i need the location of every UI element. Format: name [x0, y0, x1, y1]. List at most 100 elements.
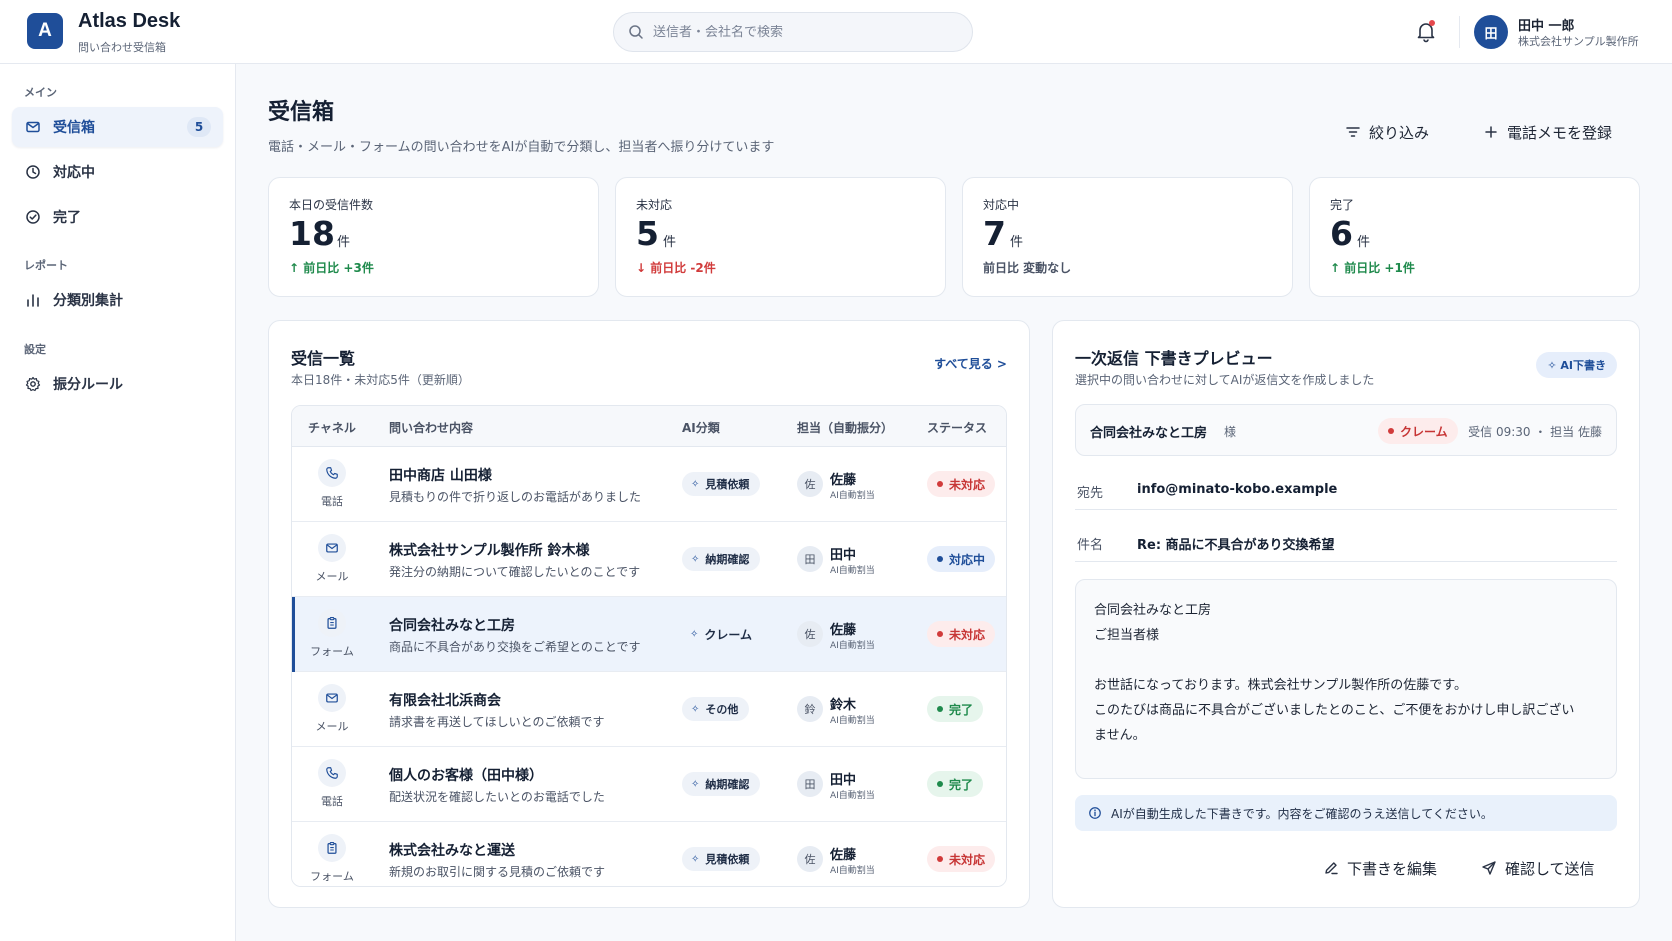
clipboard-icon [327, 617, 337, 629]
sidebar-item-done[interactable]: 完了 [12, 197, 223, 237]
filter-button[interactable]: 絞り込み [1345, 118, 1429, 146]
assignee-auto-label: AI自動割当 [830, 491, 875, 501]
column-header-ai-category[interactable]: AI分類 [682, 419, 720, 436]
column-header-status[interactable]: ステータス [927, 419, 987, 436]
search-input[interactable] [653, 24, 953, 40]
assignee-name: 佐藤 [830, 623, 857, 638]
draft-body-line: ご担当者様 [1094, 628, 1160, 643]
inquiry-summary: 請求書を再送してほしいとのご依頼です [389, 715, 605, 729]
ai-category-tag: ✧ 納期確認 [682, 547, 761, 571]
column-header-assignee[interactable]: 担当（自動振分） [797, 419, 893, 436]
assignee-auto-label: AI自動割当 [830, 566, 875, 576]
user-company: 株式会社サンプル製作所 [1518, 35, 1639, 48]
assignee-avatar: 佐 [797, 846, 823, 872]
send-icon [1482, 861, 1496, 875]
channel-badge [318, 609, 346, 637]
sparkle-icon: ✧ [691, 778, 700, 790]
inbox-list-title: 受信一覧 [291, 349, 356, 368]
ai-draft-badge: ✧ AI下書き [1536, 352, 1617, 378]
table-row[interactable]: 電話 田中商店 山田様 見積もりの件で折り返しのお電話がありました ✧ 見積依頼 … [292, 447, 1006, 522]
stat-value: 18 [289, 214, 335, 253]
column-header-channel[interactable]: チャネル [308, 419, 356, 436]
selected-company: 合同会社みなと工房 [1090, 426, 1208, 441]
received-meta: 受信 09:30 ・ 担当 佐藤 [1468, 425, 1602, 439]
search-box[interactable] [613, 12, 973, 52]
sidebar-section-settings: 設定 [24, 343, 46, 356]
sidebar-section-reports: レポート [24, 259, 68, 272]
stat-label: 未対応 [636, 198, 673, 212]
sidebar-item-inbox[interactable]: 受信箱 5 [12, 107, 223, 147]
sidebar-item-label: 受信箱 [53, 120, 95, 136]
assignee-auto-label: AI自動割当 [830, 641, 875, 651]
assignee-auto-label: AI自動割当 [830, 716, 875, 726]
ai-category-tag: ✧ その他 [682, 697, 750, 721]
inquiry-summary: 見積もりの件で折り返しのお電話がありました [389, 490, 642, 504]
check-circle-icon [26, 210, 40, 224]
sidebar-section-main: メイン [24, 86, 57, 99]
inquiry-summary: 商品に不具合があり交換をご希望とのことです [389, 640, 641, 654]
channel-label: フォーム [310, 870, 354, 883]
page-description: 電話・メール・フォームの問い合わせをAIが自動で分類し、担当者へ振り分けています [268, 140, 775, 155]
to-field[interactable]: 宛先 info@minato-kobo.example [1075, 472, 1617, 510]
confirm-send-button[interactable]: 確認して送信 [1481, 853, 1595, 883]
stat-delta: ↑ 前日比 +3件 [289, 261, 374, 275]
ai-notice-text: AIが自動生成した下書きです。内容をご確認のうえ送信してください。 [1111, 806, 1493, 821]
draft-body-line [1094, 648, 1598, 673]
subject-value[interactable]: Re: 商品に不具合があり交換希望 [1137, 534, 1335, 553]
honorific: 様 [1224, 425, 1237, 439]
bar-chart-icon [27, 294, 39, 307]
subject-field[interactable]: 件名 Re: 商品に不具合があり交換希望 [1075, 524, 1617, 562]
assignee-avatar: 鈴 [797, 696, 823, 722]
sidebar-item-routing-rules[interactable]: 振分ルール [12, 364, 223, 404]
see-all-link[interactable]: すべて見る > [934, 355, 1007, 372]
column-header-content[interactable]: 問い合わせ内容 [389, 419, 473, 436]
channel-label: メール [315, 570, 349, 583]
inquiry-summary: 新規のお取引に関する見積のご依頼です [389, 865, 606, 879]
ai-category-tag: ✧ クレーム [690, 627, 753, 642]
ai-category-tag: ✧ 納期確認 [682, 772, 761, 796]
selected-inquiry-summary: 合同会社みなと工房 様 クレーム 受信 09:30 ・ 担当 佐藤 [1075, 404, 1617, 456]
stat-value: 6 [1330, 214, 1353, 253]
channel-badge [318, 684, 346, 712]
filter-icon [1346, 127, 1360, 137]
assignee-avatar: 田 [797, 546, 823, 572]
table-row[interactable]: フォーム 株式会社みなと運送 新規のお取引に関する見積のご依頼です ✧ 見積依頼 … [292, 822, 1006, 886]
table-row[interactable]: メール 株式会社サンプル製作所 鈴木様 発注分の納期について確認したいとのことで… [292, 522, 1006, 597]
stat-unit: 件 [663, 235, 677, 250]
channel-label: 電話 [321, 795, 343, 808]
status-badge: 対応中 [927, 546, 996, 572]
table-header: チャネル 問い合わせ内容 AI分類 担当（自動振分） ステータス [292, 406, 1006, 447]
inquiry-sender: 株式会社みなと運送 [389, 843, 515, 859]
preview-subtitle: 選択中の問い合わせに対してAIが返信文を作成しました [1075, 373, 1375, 387]
channel-label: 電話 [321, 495, 343, 508]
table-row[interactable]: 電話 個人のお客様（田中様） 配送状況を確認したいとのお電話でした ✧ 納期確認 … [292, 747, 1006, 822]
category-badge: クレーム [1378, 418, 1458, 444]
ai-category-tag: ✧ 見積依頼 [682, 847, 761, 871]
table-row-selected[interactable]: フォーム 合同会社みなと工房 商品に不具合があり交換をご希望とのことです ✧ クレ… [292, 597, 1006, 672]
top-bar: A Atlas Desk 問い合わせ受信箱 田 田中 一郎 株式会社サンプル製作… [0, 0, 1672, 64]
app-title: Atlas Desk [78, 10, 181, 32]
plus-icon [1485, 126, 1497, 138]
stat-card-unhandled: 未対応 5 件 ↓ 前日比 -2件 [615, 177, 946, 297]
stat-value: 5 [636, 214, 659, 253]
status-badge: 未対応 [927, 846, 996, 872]
draft-body[interactable]: 合同会社みなと工房 ご担当者様 お世話になっております。株式会社サンプル製作所の… [1075, 579, 1617, 779]
to-value[interactable]: info@minato-kobo.example [1137, 482, 1337, 497]
stat-card-received-today: 本日の受信件数 18 件 ↑ 前日比 +3件 [268, 177, 599, 297]
preview-title: 一次返信 下書きプレビュー [1075, 349, 1273, 368]
stat-unit: 件 [1010, 235, 1024, 250]
user-avatar[interactable]: 田 [1474, 15, 1508, 49]
filter-button-label: 絞り込み [1369, 123, 1430, 142]
edit-draft-button[interactable]: 下書きを編集 [1323, 853, 1437, 883]
channel-badge [318, 459, 346, 487]
table-row[interactable]: メール 有限会社北浜商会 請求書を再送してほしいとのご依頼です ✧ その他 鈴 鈴… [292, 672, 1006, 747]
stat-label: 完了 [1330, 198, 1355, 212]
sidebar-item-category-report[interactable]: 分類別集計 [12, 280, 223, 320]
add-phone-memo-button[interactable]: 電話メモを登録 [1483, 118, 1612, 146]
draft-body-line: ません。 [1094, 728, 1146, 743]
subject-label: 件名 [1077, 538, 1104, 553]
sidebar-item-in-progress[interactable]: 対応中 [12, 152, 223, 192]
app-subtitle: 問い合わせ受信箱 [78, 41, 166, 54]
draft-body-line: 合同会社みなと工房 [1094, 603, 1212, 618]
user-name: 田中 一郎 [1518, 19, 1575, 34]
